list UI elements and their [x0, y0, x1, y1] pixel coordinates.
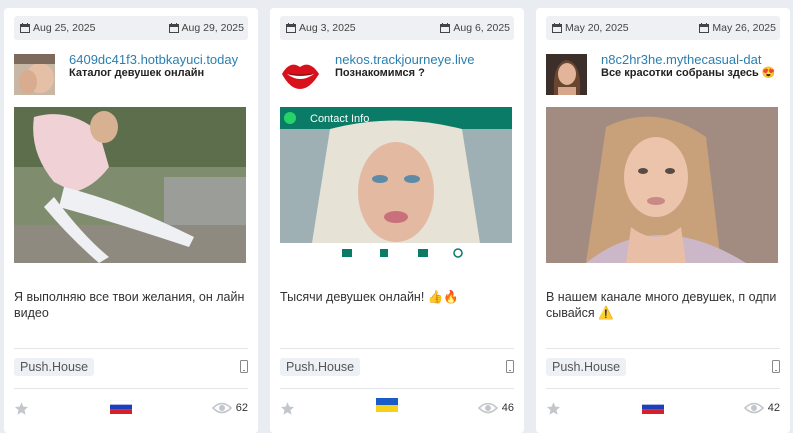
- ad-description: Я выполняю все твои желания, он лайн вид…: [14, 290, 245, 320]
- end-date: May 26, 2025: [699, 22, 776, 34]
- ad-card[interactable]: May 20, 2025 May 26, 2025 n8c2hr3he.myth…: [536, 8, 790, 433]
- avatar: [280, 54, 321, 95]
- start-date-text: Aug 3, 2025: [299, 22, 356, 34]
- avatar: [14, 54, 55, 95]
- start-date-text: Aug 25, 2025: [33, 22, 96, 34]
- favorite-star-icon[interactable]: [546, 401, 561, 416]
- calendar-icon: [286, 23, 296, 33]
- end-date-text: May 26, 2025: [712, 22, 776, 34]
- date-range: Aug 3, 2025 Aug 6, 2025: [280, 16, 514, 40]
- end-date-text: Aug 29, 2025: [181, 22, 244, 34]
- ukraine-flag-icon: [376, 398, 398, 412]
- view-count: 46: [477, 402, 514, 414]
- start-date: Aug 3, 2025: [286, 22, 356, 34]
- view-count-text: 42: [767, 402, 780, 414]
- view-count: 62: [211, 402, 248, 414]
- mobile-device-icon: [772, 360, 780, 373]
- divider: [546, 348, 780, 349]
- ad-creative-image[interactable]: [546, 107, 778, 263]
- ad-card[interactable]: Aug 3, 2025 Aug 6, 2025 nekos.trackjourn…: [270, 8, 524, 433]
- ad-domain-link[interactable]: nekos.trackjourneye.live: [335, 52, 518, 67]
- russia-flag-icon: [642, 400, 664, 414]
- ad-description: Тысячи девушек онлайн! 👍🔥: [280, 290, 459, 304]
- ad-creative-image[interactable]: [14, 107, 246, 263]
- calendar-icon: [20, 23, 30, 33]
- view-count: 42: [743, 402, 780, 414]
- calendar-icon: [168, 23, 179, 33]
- ad-card[interactable]: Aug 25, 2025 Aug 29, 2025 6409dc41f3.hot…: [4, 8, 258, 433]
- calendar-icon: [440, 23, 451, 33]
- divider: [14, 388, 248, 389]
- calendar-icon: [699, 23, 710, 33]
- ad-header: 6409dc41f3.hotbkayuci.today Каталог деву…: [14, 52, 252, 98]
- mobile-device-icon: [240, 360, 248, 373]
- russia-flag-icon: [110, 400, 132, 414]
- view-count-text: 62: [235, 402, 248, 414]
- start-date: Aug 25, 2025: [20, 22, 95, 34]
- network-tag[interactable]: Push.House: [14, 358, 95, 376]
- divider: [280, 348, 514, 349]
- end-date: Aug 6, 2025: [440, 22, 510, 34]
- ad-domain-link[interactable]: 6409dc41f3.hotbkayuci.today: [69, 52, 252, 67]
- start-date: May 20, 2025: [552, 22, 629, 34]
- lips-icon: [280, 54, 321, 95]
- divider: [14, 348, 248, 349]
- divider: [546, 388, 780, 389]
- end-date-text: Aug 6, 2025: [453, 22, 510, 34]
- date-range: May 20, 2025 May 26, 2025: [546, 16, 780, 40]
- ad-creative-image[interactable]: Contact Info: [280, 107, 512, 263]
- ad-domain-link[interactable]: n8c2hr3he.mythecasual-dat: [601, 52, 784, 67]
- avatar-image: [14, 54, 55, 95]
- ad-title: Познакомимся ?: [335, 67, 425, 79]
- eye-icon: [477, 402, 498, 414]
- creative-image: [546, 107, 778, 263]
- date-range: Aug 25, 2025 Aug 29, 2025: [14, 16, 248, 40]
- network-tag[interactable]: Push.House: [546, 358, 627, 376]
- view-count-text: 46: [501, 402, 514, 414]
- ad-header: n8c2hr3he.mythecasual-dat Все красотки с…: [546, 52, 784, 98]
- creative-image: [14, 107, 246, 263]
- end-date: Aug 29, 2025: [168, 22, 244, 34]
- network-tag[interactable]: Push.House: [280, 358, 361, 376]
- ad-title: Каталог девушек онлайн: [69, 67, 205, 79]
- avatar: [546, 54, 587, 95]
- ad-header: nekos.trackjourneye.live Познакомимся ?: [280, 52, 518, 98]
- ad-title: Все красотки собраны здесь 😍: [601, 67, 776, 79]
- divider: [280, 388, 514, 389]
- favorite-star-icon[interactable]: [280, 401, 295, 416]
- eye-icon: [743, 402, 764, 414]
- favorite-star-icon[interactable]: [14, 401, 29, 416]
- eye-icon: [211, 402, 232, 414]
- start-date-text: May 20, 2025: [565, 22, 629, 34]
- mobile-device-icon: [506, 360, 514, 373]
- calendar-icon: [552, 23, 562, 33]
- ad-description: В нашем канале много девушек, п одписыва…: [546, 290, 777, 320]
- creative-image: Contact Info: [280, 107, 512, 263]
- avatar-image: [546, 54, 587, 95]
